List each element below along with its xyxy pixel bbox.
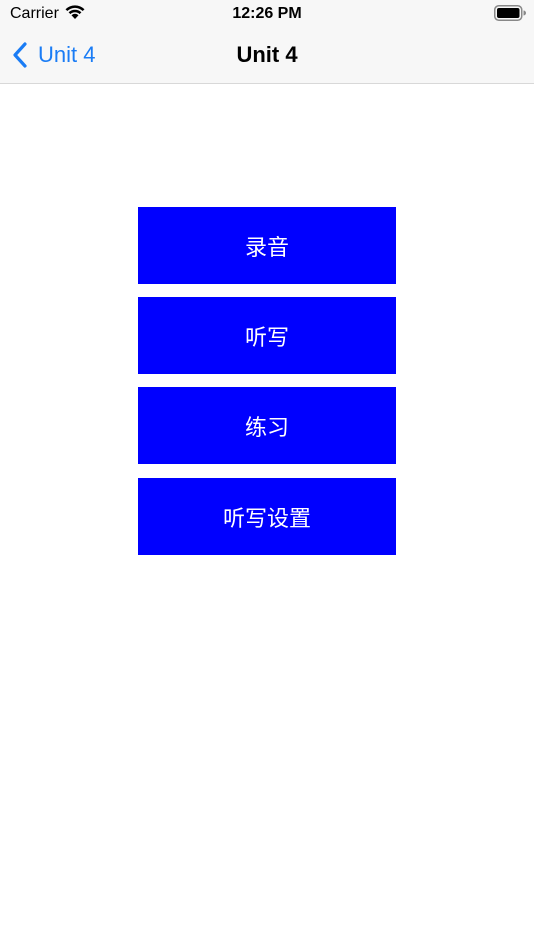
battery-icon [494, 5, 526, 21]
dictation-settings-button[interactable]: 听写设置 [138, 478, 396, 555]
status-time: 12:26 PM [232, 5, 302, 22]
status-bar: Carrier 12:26 PM [0, 0, 534, 28]
page-title: Unit 4 [236, 42, 298, 67]
record-button[interactable]: 录音 [138, 207, 396, 284]
app-screen: Carrier 12:26 PM Unit 4 Unit 4 录音 听写 练习 … [0, 0, 534, 950]
dictation-button[interactable]: 听写 [138, 297, 396, 374]
navigation-bar: Unit 4 Unit 4 [0, 28, 534, 84]
practice-button[interactable]: 练习 [138, 387, 396, 464]
